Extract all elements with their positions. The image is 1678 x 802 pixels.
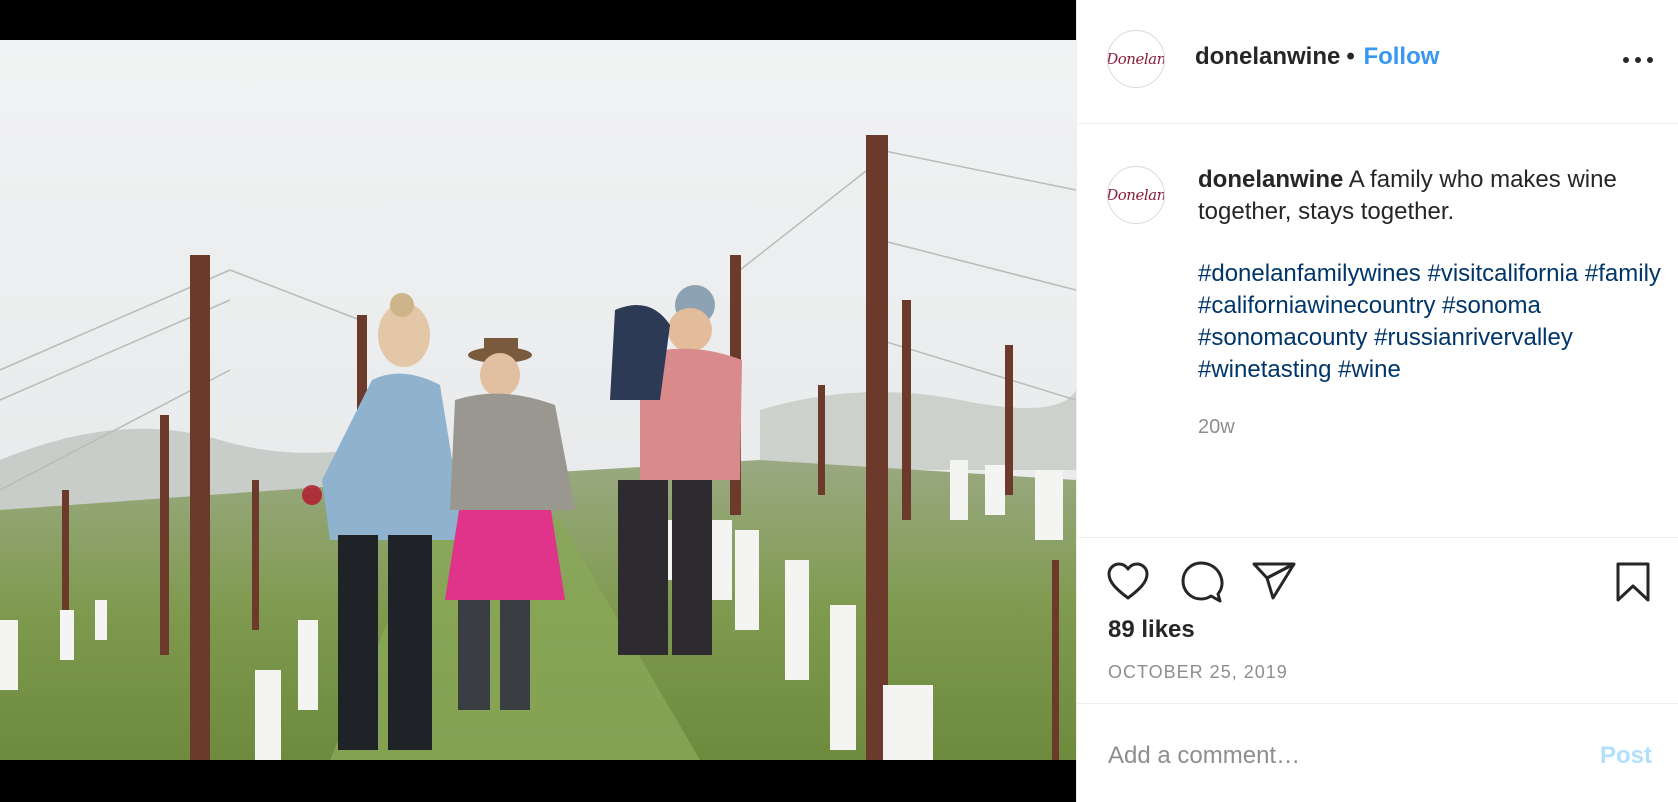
more-options-icon[interactable] bbox=[1623, 48, 1653, 72]
header-user-line: donelanwine • Follow bbox=[1195, 43, 1439, 71]
caption-username[interactable]: donelanwine bbox=[1198, 166, 1343, 193]
author-avatar[interactable]: Donelan bbox=[1107, 30, 1165, 88]
post-photo[interactable] bbox=[0, 40, 1076, 760]
hashtag-link[interactable]: #visitcalifornia bbox=[1427, 260, 1578, 287]
hashtag-link[interactable]: #californiawinecountry bbox=[1198, 292, 1435, 319]
brand-logo: Donelan bbox=[1107, 50, 1165, 68]
hashtag-link[interactable]: #russianrivervalley bbox=[1374, 324, 1573, 351]
post-caption: Donelan donelanwine A family who makes w… bbox=[1077, 124, 1678, 538]
paper-plane-icon[interactable] bbox=[1251, 561, 1297, 601]
hashtag-link[interactable]: #wine bbox=[1338, 356, 1401, 383]
heart-icon[interactable] bbox=[1106, 561, 1150, 601]
hashtag-list: #donelanfamilywines #visitcalifornia #fa… bbox=[1198, 258, 1668, 386]
caption-text-block: donelanwine A family who makes wine toge… bbox=[1198, 164, 1658, 228]
post-header: Donelan donelanwine • Follow bbox=[1077, 0, 1678, 124]
comment-section: Post bbox=[1077, 704, 1678, 802]
comment-bubble-icon[interactable] bbox=[1180, 561, 1224, 603]
hashtag-link[interactable]: #donelanfamilywines bbox=[1198, 260, 1421, 287]
post-age[interactable]: 20w bbox=[1198, 416, 1235, 439]
bookmark-icon[interactable] bbox=[1614, 561, 1652, 603]
brand-logo: Donelan bbox=[1107, 186, 1165, 204]
follow-button[interactable]: Follow bbox=[1363, 43, 1439, 70]
hashtag-link[interactable]: #sonoma bbox=[1442, 292, 1541, 319]
caption-author-avatar[interactable]: Donelan bbox=[1107, 166, 1165, 224]
post-media bbox=[0, 0, 1076, 802]
likes-count[interactable]: 89 likes bbox=[1108, 616, 1195, 644]
post-comment-button[interactable]: Post bbox=[1600, 742, 1652, 770]
post-side-panel: Donelan donelanwine • Follow Donelan done… bbox=[1076, 0, 1678, 802]
hashtag-link[interactable]: #sonomacounty bbox=[1198, 324, 1367, 351]
post-date: OCTOBER 25, 2019 bbox=[1108, 662, 1288, 682]
hashtag-link[interactable]: #winetasting bbox=[1198, 356, 1331, 383]
author-username[interactable]: donelanwine bbox=[1195, 43, 1340, 70]
post-actions: 89 likes OCTOBER 25, 2019 bbox=[1077, 538, 1678, 704]
hashtag-link[interactable]: #family bbox=[1585, 260, 1661, 287]
comment-input[interactable] bbox=[1108, 736, 1568, 776]
separator-dot: • bbox=[1346, 43, 1355, 70]
